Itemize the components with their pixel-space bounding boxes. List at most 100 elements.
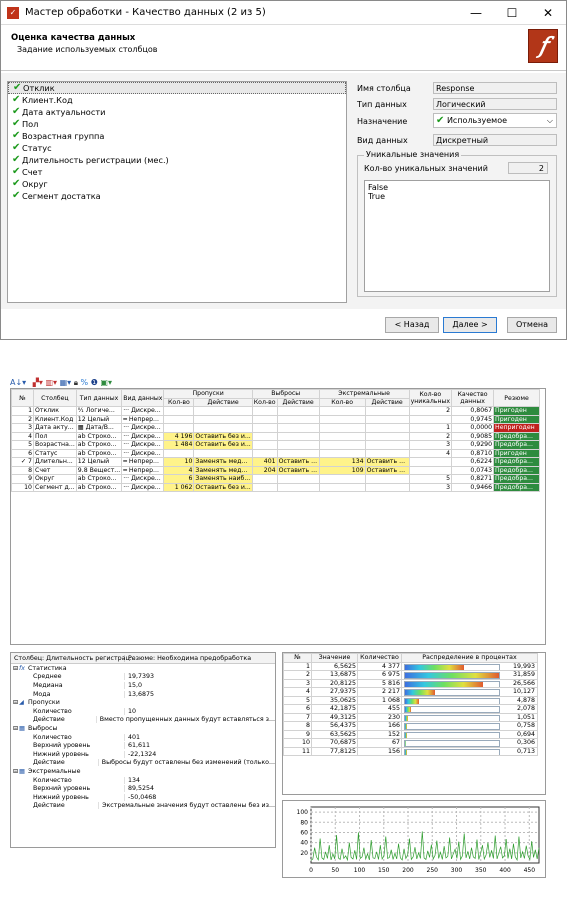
dist-header[interactable]: Количество bbox=[357, 653, 402, 663]
check-icon[interactable]: ✔ bbox=[12, 155, 22, 165]
column-item[interactable]: ✔ Пол bbox=[8, 118, 346, 130]
check-icon[interactable]: ✔ bbox=[12, 167, 22, 177]
column-item[interactable]: ✔ Длительность регистрации (мес.) bbox=[8, 154, 346, 166]
chart-icon[interactable]: ▥▾ bbox=[45, 378, 57, 387]
stats-item[interactable]: Верхний уровень 89,5254 bbox=[11, 784, 275, 793]
header-kind[interactable]: Вид данных bbox=[121, 389, 165, 407]
stats-item[interactable]: Верхний уровень 61,611 bbox=[11, 741, 275, 750]
stats-item[interactable]: Мода 13,6875 bbox=[11, 690, 275, 699]
header-column[interactable]: Столбец bbox=[33, 389, 77, 407]
unique-values-list[interactable]: False True bbox=[364, 180, 550, 292]
header-gaps-count[interactable]: Кол-во bbox=[163, 397, 195, 407]
dist-header[interactable]: Распределение в процентах bbox=[401, 653, 538, 663]
table-row[interactable]: 11 77,8125 156 0,713 bbox=[283, 746, 538, 756]
stats-group[interactable]: ⊟ fx Статистика bbox=[11, 664, 275, 673]
header-gaps[interactable]: Пропуски bbox=[163, 389, 253, 399]
collapse-icon[interactable]: ⊟ bbox=[11, 665, 19, 672]
check-icon[interactable]: ✔ bbox=[13, 83, 23, 93]
table-row[interactable]: 10 Сегмент д... ab Строко... ··· Дискре... 1… bbox=[11, 482, 541, 492]
header-type[interactable]: Тип данных bbox=[75, 389, 123, 407]
distribution-table[interactable]: № Значение Количество Распределение в проце… bbox=[282, 652, 546, 795]
stats-item[interactable]: Количество 134 bbox=[11, 776, 275, 785]
column-item[interactable]: ✔ Сегмент достатка bbox=[8, 190, 346, 202]
column-item[interactable]: ✔ Возрастная группа bbox=[8, 130, 346, 142]
column-item[interactable]: ✔ Статус bbox=[8, 142, 346, 154]
table-row[interactable]: 2 13,6875 6 975 31,859 bbox=[283, 670, 538, 680]
stats-item[interactable]: Количество 401 bbox=[11, 733, 275, 742]
dist-header[interactable]: № bbox=[283, 653, 312, 663]
check-icon[interactable]: ✔ bbox=[12, 119, 22, 129]
cancel-button[interactable]: Отмена bbox=[507, 317, 557, 333]
table-row[interactable]: 5 35,0625 1 068 4,878 bbox=[283, 695, 538, 705]
collapse-icon[interactable]: ⊟ bbox=[11, 768, 19, 775]
header-extremes[interactable]: Экстремальные bbox=[318, 389, 410, 399]
table-row[interactable]: 7 49,3125 230 1,051 bbox=[283, 712, 538, 722]
stats-item[interactable]: Действие Вместо пропущенных данных будут … bbox=[11, 716, 275, 725]
stats-group[interactable]: ⊟ ▦ Выбросы bbox=[11, 724, 275, 733]
table-icon[interactable]: ▦▾ bbox=[60, 378, 72, 387]
usage-select[interactable]: ✔ Используемое ⌵ bbox=[433, 113, 557, 128]
header-outliers-action[interactable]: Действие bbox=[276, 397, 320, 407]
percent-icon[interactable]: % bbox=[81, 378, 89, 387]
stats-item[interactable]: Количество 10 bbox=[11, 707, 275, 716]
check-icon[interactable]: ✔ bbox=[12, 179, 22, 189]
table-row[interactable]: 3 20,8125 5 816 26,566 bbox=[283, 678, 538, 688]
stats-group[interactable]: ⊟ ◢ Пропуски bbox=[11, 698, 275, 707]
stats-item[interactable]: Нижний уровень -50,0468 bbox=[11, 793, 275, 802]
column-item[interactable]: ✔ Округ bbox=[8, 178, 346, 190]
header-num[interactable]: № bbox=[11, 389, 34, 407]
excel-icon[interactable]: ▣▾ bbox=[100, 378, 112, 387]
stats-item[interactable]: Действие Экстремальные значения будут ост… bbox=[11, 802, 275, 811]
header-outliers-count[interactable]: Кол-во bbox=[251, 397, 278, 407]
table-row[interactable]: 1 Отклик ⁰⁄₁ Логиче... ··· Дискре... 2 0,8067… bbox=[11, 406, 541, 416]
stats-group[interactable]: ⊟ ▦ Экстремальные bbox=[11, 767, 275, 776]
header-quality[interactable]: Качество данных bbox=[451, 389, 495, 407]
stats-item[interactable]: Действие Выбросы будут оставлены без изме… bbox=[11, 759, 275, 768]
collapse-icon[interactable]: ⊟ bbox=[11, 699, 19, 706]
table-row[interactable]: 8 56,4375 166 0,758 bbox=[283, 721, 538, 731]
table-row[interactable]: 3 Дата акту... ▦ Дата/В... ··· Дискре... 1 0,… bbox=[11, 423, 541, 433]
header-outliers[interactable]: Выбросы bbox=[251, 389, 320, 399]
stats-item[interactable]: Нижний уровень -22,1324 bbox=[11, 750, 275, 759]
column-item[interactable]: ✔ Счет bbox=[8, 166, 346, 178]
header-extremes-action[interactable]: Действие bbox=[364, 397, 410, 407]
check-icon[interactable]: ✔ bbox=[12, 131, 22, 141]
minimize-button[interactable]: — bbox=[458, 6, 494, 20]
table-row[interactable]: 2 Клиент.Код 12 Целый ━ Непрер... 0,9745 Приг… bbox=[11, 414, 541, 424]
table-row[interactable]: 9 Округ ab Строко... ··· Дискре... 6 Заменять… bbox=[11, 474, 541, 484]
dist-header[interactable]: Значение bbox=[311, 653, 358, 663]
table-row[interactable]: 6 Статус ab Строко... ··· Дискре... 4 0,8710 П… bbox=[11, 448, 541, 458]
column-item[interactable]: ✔ Отклик bbox=[8, 82, 346, 94]
table-row[interactable]: 8 Счет 9.8 Вещест... ━ Непрер... 4 Заменять м… bbox=[11, 465, 541, 475]
stats-item[interactable]: Среднее 19,7393 bbox=[11, 673, 275, 682]
header-resume[interactable]: Резюме bbox=[493, 389, 541, 407]
table-row[interactable]: 10 70,6875 67 0,306 bbox=[283, 738, 538, 748]
back-button[interactable]: < Назад bbox=[385, 317, 439, 333]
info-icon[interactable]: ❶ bbox=[91, 378, 98, 387]
column-item[interactable]: ✔ Дата актуальности bbox=[8, 106, 346, 118]
header-extremes-count[interactable]: Кол-во bbox=[318, 397, 366, 407]
header-unique[interactable]: Кол-во уникальных bbox=[408, 389, 453, 407]
sort-icon[interactable]: A↓▾ bbox=[10, 378, 26, 387]
header-gaps-action[interactable]: Действие bbox=[193, 397, 253, 407]
collapse-icon[interactable]: ⊟ bbox=[11, 725, 19, 732]
close-button[interactable]: ✕ bbox=[530, 6, 566, 20]
quality-grid[interactable]: № Столбец Тип данных Вид данных Пропуски… bbox=[10, 388, 546, 645]
check-icon[interactable]: ✔ bbox=[12, 107, 22, 117]
check-icon[interactable]: ✔ bbox=[12, 191, 22, 201]
column-list[interactable]: ✔ Отклик ✔ Клиент.Код ✔ Дата актуальности ✔ Пол… bbox=[7, 81, 347, 303]
check-icon[interactable]: ✔ bbox=[12, 95, 22, 105]
check-icon[interactable]: ✔ bbox=[12, 143, 22, 153]
filter-icon[interactable]: ▞▾ bbox=[33, 378, 43, 387]
table-row[interactable]: 9 63,5625 152 0,694 bbox=[283, 729, 538, 739]
table-row[interactable]: 4 Пол ab Строко... ··· Дискре... 4 196 Остави… bbox=[11, 431, 541, 441]
lock-icon[interactable]: 🔒︎ bbox=[74, 378, 78, 387]
table-row[interactable]: 1 6,5625 4 377 19,993 bbox=[283, 661, 538, 671]
table-row[interactable]: ✓ 7 Длительн... 12 Целый ━ Непрер... 10 Замен… bbox=[11, 457, 541, 467]
table-row[interactable]: 4 27,9375 2 217 10,127 bbox=[283, 687, 538, 697]
column-item[interactable]: ✔ Клиент.Код bbox=[8, 94, 346, 106]
stats-item[interactable]: Медиана 15,0 bbox=[11, 681, 275, 690]
table-row[interactable]: 5 Возрастна... ab Строко... ··· Дискре... 1 … bbox=[11, 440, 541, 450]
maximize-button[interactable]: ☐ bbox=[494, 6, 530, 20]
next-button[interactable]: Далее > bbox=[443, 317, 497, 333]
